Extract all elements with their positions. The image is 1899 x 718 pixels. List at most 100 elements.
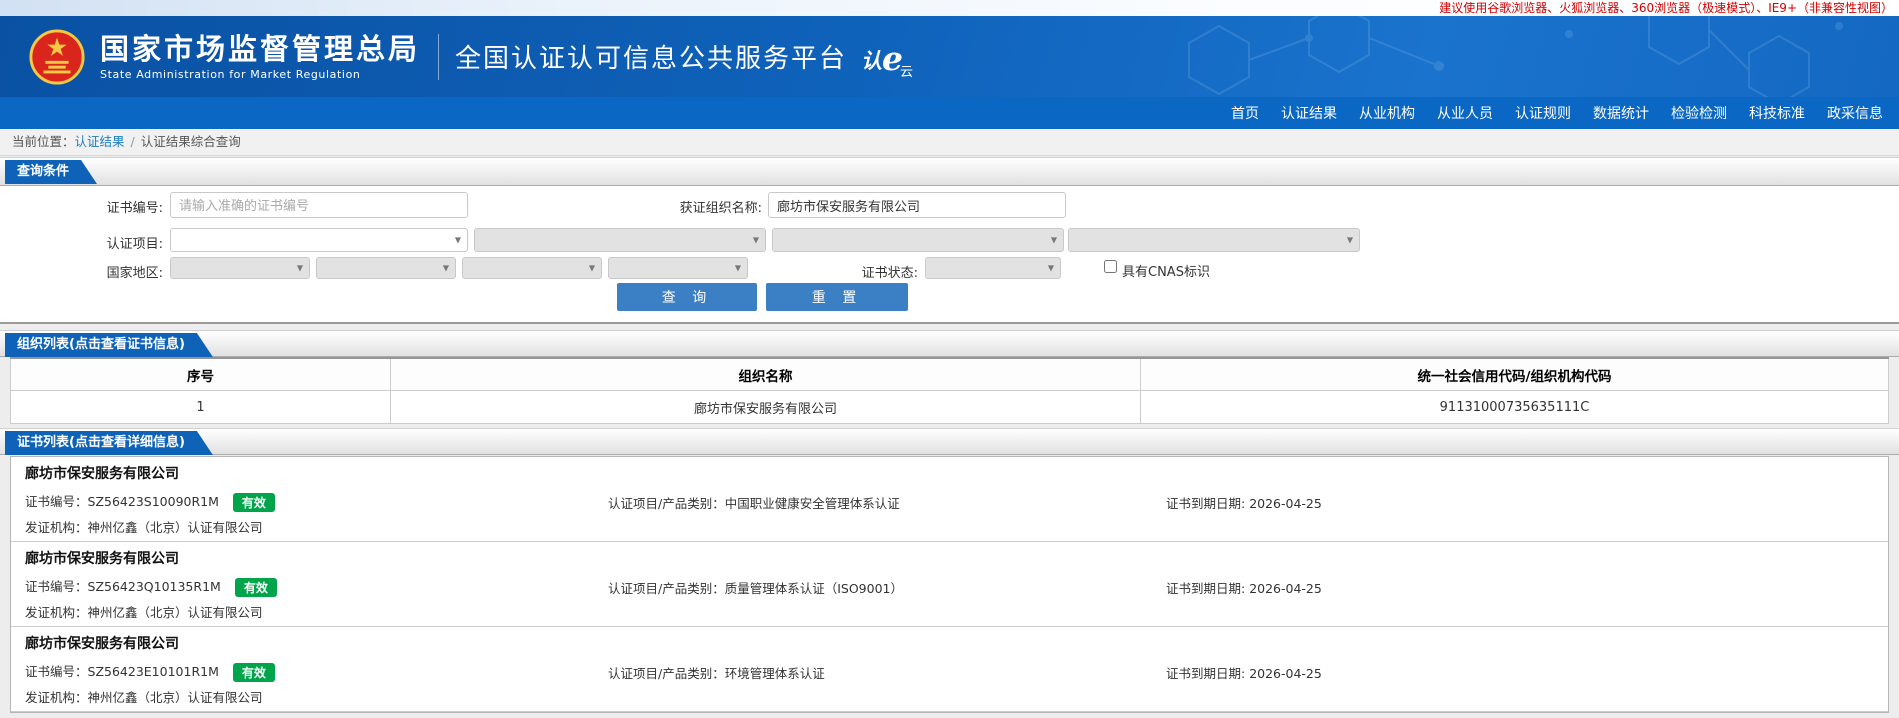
status-badge: 有效	[232, 663, 275, 682]
cert-issuer-line: 发证机构：神州亿鑫（北京）认证有限公司	[25, 602, 263, 621]
nav-item-institutions[interactable]: 从业机构	[1359, 103, 1415, 123]
org-table-header-name: 组织名称	[390, 358, 1141, 391]
cert-project-line: 认证项目/产品类别：质量管理体系认证（ISO9001）	[608, 578, 903, 597]
cert-no-line: 证书编号：SZ56423Q10135R1M 有效	[25, 576, 277, 597]
agency-name-cn: 国家市场监督管理总局	[100, 32, 421, 66]
cert-no-value: SZ56423E10101R1M	[87, 664, 219, 679]
project-select-3[interactable]: ▼	[772, 228, 1064, 252]
cert-no-line: 证书编号：SZ56423S10090R1M 有效	[25, 491, 275, 512]
cert-no-input[interactable]	[170, 192, 468, 218]
cert-no-label: 证书编号：	[25, 664, 88, 679]
browser-notice-bar: 建议使用谷歌浏览器、火狐浏览器、360浏览器（极速模式）、IE9+（非兼容性视图…	[0, 0, 1899, 16]
org-list-section-header: 组织列表(点击查看证书信息)	[0, 330, 1899, 357]
search-button[interactable]: 查 询	[617, 283, 757, 311]
cert-issuer-label: 发证机构：	[25, 520, 88, 535]
ren-e-yun-logo: 认e云	[861, 37, 916, 80]
org-table-row[interactable]: 1 廊坊市保安服务有限公司 91131000735635111C	[10, 390, 1889, 424]
chevron-down-icon: ▼	[1346, 235, 1353, 245]
agency-name-en: State Administration for Market Regulati…	[100, 68, 361, 81]
nav-item-tech-standards[interactable]: 科技标准	[1749, 103, 1805, 123]
cert-org-name: 廊坊市保安服务有限公司	[25, 466, 179, 482]
project-select-4[interactable]: ▼	[1068, 228, 1360, 252]
cert-list-section-header: 证书列表(点击查看详细信息)	[0, 428, 1899, 455]
cnas-checkbox-label[interactable]: 具有CNAS标识	[1122, 261, 1210, 280]
chevron-down-icon: ▼	[442, 263, 449, 273]
cert-list-section-tab: 证书列表(点击查看详细信息)	[5, 431, 213, 455]
cert-no-label: 证书编号:	[106, 201, 163, 216]
cert-expiry-value: 2026-04-25	[1249, 496, 1322, 511]
cert-card-3[interactable]: 廊坊市保安服务有限公司 证书编号：SZ56423E10101R1M 有效 认证项目…	[11, 627, 1888, 712]
breadcrumb-prefix: 当前位置：	[12, 134, 75, 149]
region-select-3[interactable]: ▼	[462, 257, 602, 279]
logo-part-ren: 认	[861, 49, 883, 73]
cnas-checkbox[interactable]	[1104, 260, 1117, 273]
cert-status-select[interactable]: ▼	[925, 257, 1061, 279]
cert-no-value: SZ56423Q10135R1M	[87, 579, 221, 594]
org-list-table: 序号 组织名称 统一社会信用代码/组织机构代码 1 廊坊市保安服务有限公司 91…	[10, 357, 1889, 424]
masthead: 国家市场监督管理总局 State Administration for Mark…	[0, 16, 1899, 97]
status-badge: 有效	[234, 578, 277, 597]
cert-issuer-value: 神州亿鑫（北京）认证有限公司	[87, 605, 263, 620]
cert-no-label: 证书编号：	[25, 494, 88, 509]
org-name-input[interactable]	[768, 192, 1066, 218]
status-badge: 有效	[232, 493, 275, 512]
org-name-label: 获证组织名称:	[679, 201, 762, 216]
cert-project-value: 质量管理体系认证（ISO9001）	[724, 581, 903, 596]
nav-item-inspection-testing[interactable]: 检验检测	[1671, 103, 1727, 123]
cert-expiry-value: 2026-04-25	[1249, 666, 1322, 681]
org-table-header-row: 序号 组织名称 统一社会信用代码/组织机构代码	[10, 358, 1889, 391]
breadcrumb-current: 认证结果综合查询	[140, 134, 241, 149]
chevron-down-icon: ▼	[454, 235, 461, 245]
cert-no-line: 证书编号：SZ56423E10101R1M 有效	[25, 661, 275, 682]
nav-item-home[interactable]: 首页	[1231, 103, 1259, 123]
region-select-1[interactable]: ▼	[170, 257, 310, 279]
project-select-1[interactable]: ▼	[170, 228, 468, 252]
chevron-down-icon: ▼	[296, 263, 303, 273]
cert-issuer-label: 发证机构：	[25, 605, 88, 620]
query-form-panel: 证书编号: 获证组织名称: 认证项目: ▼ ▼ ▼ ▼ 国家地区: ▼ ▼ ▼ …	[0, 186, 1899, 324]
org-row-code: 91131000735635111C	[1140, 390, 1889, 424]
chevron-down-icon: ▼	[1050, 235, 1057, 245]
project-label: 认证项目:	[106, 237, 163, 252]
cert-status-label: 证书状态:	[861, 266, 918, 281]
cert-expiry-value: 2026-04-25	[1249, 581, 1322, 596]
org-table-header-index: 序号	[10, 358, 391, 391]
cert-card-1[interactable]: 廊坊市保安服务有限公司 证书编号：SZ56423S10090R1M 有效 认证项目…	[11, 457, 1888, 542]
nav-item-cert-results[interactable]: 认证结果	[1281, 103, 1337, 123]
chevron-down-icon: ▼	[1047, 263, 1054, 273]
page: 建议使用谷歌浏览器、火狐浏览器、360浏览器（极速模式）、IE9+（非兼容性视图…	[0, 0, 1899, 718]
agency-title-block: 国家市场监督管理总局 State Administration for Mark…	[100, 32, 420, 81]
cert-expiry-line: 证书到期日期: 2026-04-25	[1166, 493, 1322, 512]
project-select-2[interactable]: ▼	[474, 228, 766, 252]
main-nav: 首页 认证结果 从业机构 从业人员 认证规则 数据统计 检验检测 科技标准 政采…	[0, 97, 1899, 129]
cert-expiry-label: 证书到期日期:	[1166, 496, 1250, 511]
header-divider	[438, 33, 440, 80]
region-select-2[interactable]: ▼	[316, 257, 456, 279]
org-row-name: 廊坊市保安服务有限公司	[390, 390, 1141, 424]
cert-project-label: 认证项目/产品类别：	[608, 581, 725, 596]
nav-item-practitioners[interactable]: 从业人员	[1437, 103, 1493, 123]
browser-notice-text: 建议使用谷歌浏览器、火狐浏览器、360浏览器（极速模式）、IE9+（非兼容性视图…	[1439, 1, 1893, 15]
nav-item-cert-rules[interactable]: 认证规则	[1515, 103, 1571, 123]
cert-project-label: 认证项目/产品类别：	[608, 666, 725, 681]
nav-item-data-statistics[interactable]: 数据统计	[1593, 103, 1649, 123]
org-table-header-code: 统一社会信用代码/组织机构代码	[1140, 358, 1889, 391]
cert-expiry-line: 证书到期日期: 2026-04-25	[1166, 663, 1322, 682]
national-emblem	[29, 28, 85, 85]
region-select-4[interactable]: ▼	[608, 257, 748, 279]
cert-project-label: 认证项目/产品类别：	[608, 496, 725, 511]
chevron-down-icon: ▼	[734, 263, 741, 273]
breadcrumb-link-cert-results[interactable]: 认证结果	[75, 134, 125, 149]
region-label: 国家地区:	[106, 266, 163, 281]
hexagon-pattern-decoration	[1188, 16, 1843, 97]
breadcrumb: 当前位置：认证结果 / 认证结果综合查询	[0, 129, 1899, 156]
logo-part-yun: 云	[900, 65, 914, 80]
cert-project-value: 环境管理体系认证	[724, 666, 825, 681]
nav-item-procurement-info[interactable]: 政采信息	[1827, 103, 1883, 123]
cert-issuer-value: 神州亿鑫（北京）认证有限公司	[87, 520, 263, 535]
query-section-header: 查询条件	[0, 157, 1899, 186]
chevron-down-icon: ▼	[752, 235, 759, 245]
reset-button[interactable]: 重 置	[766, 283, 908, 311]
cert-card-2[interactable]: 廊坊市保安服务有限公司 证书编号：SZ56423Q10135R1M 有效 认证项目…	[11, 542, 1888, 627]
cert-project-value: 中国职业健康安全管理体系认证	[724, 496, 900, 511]
